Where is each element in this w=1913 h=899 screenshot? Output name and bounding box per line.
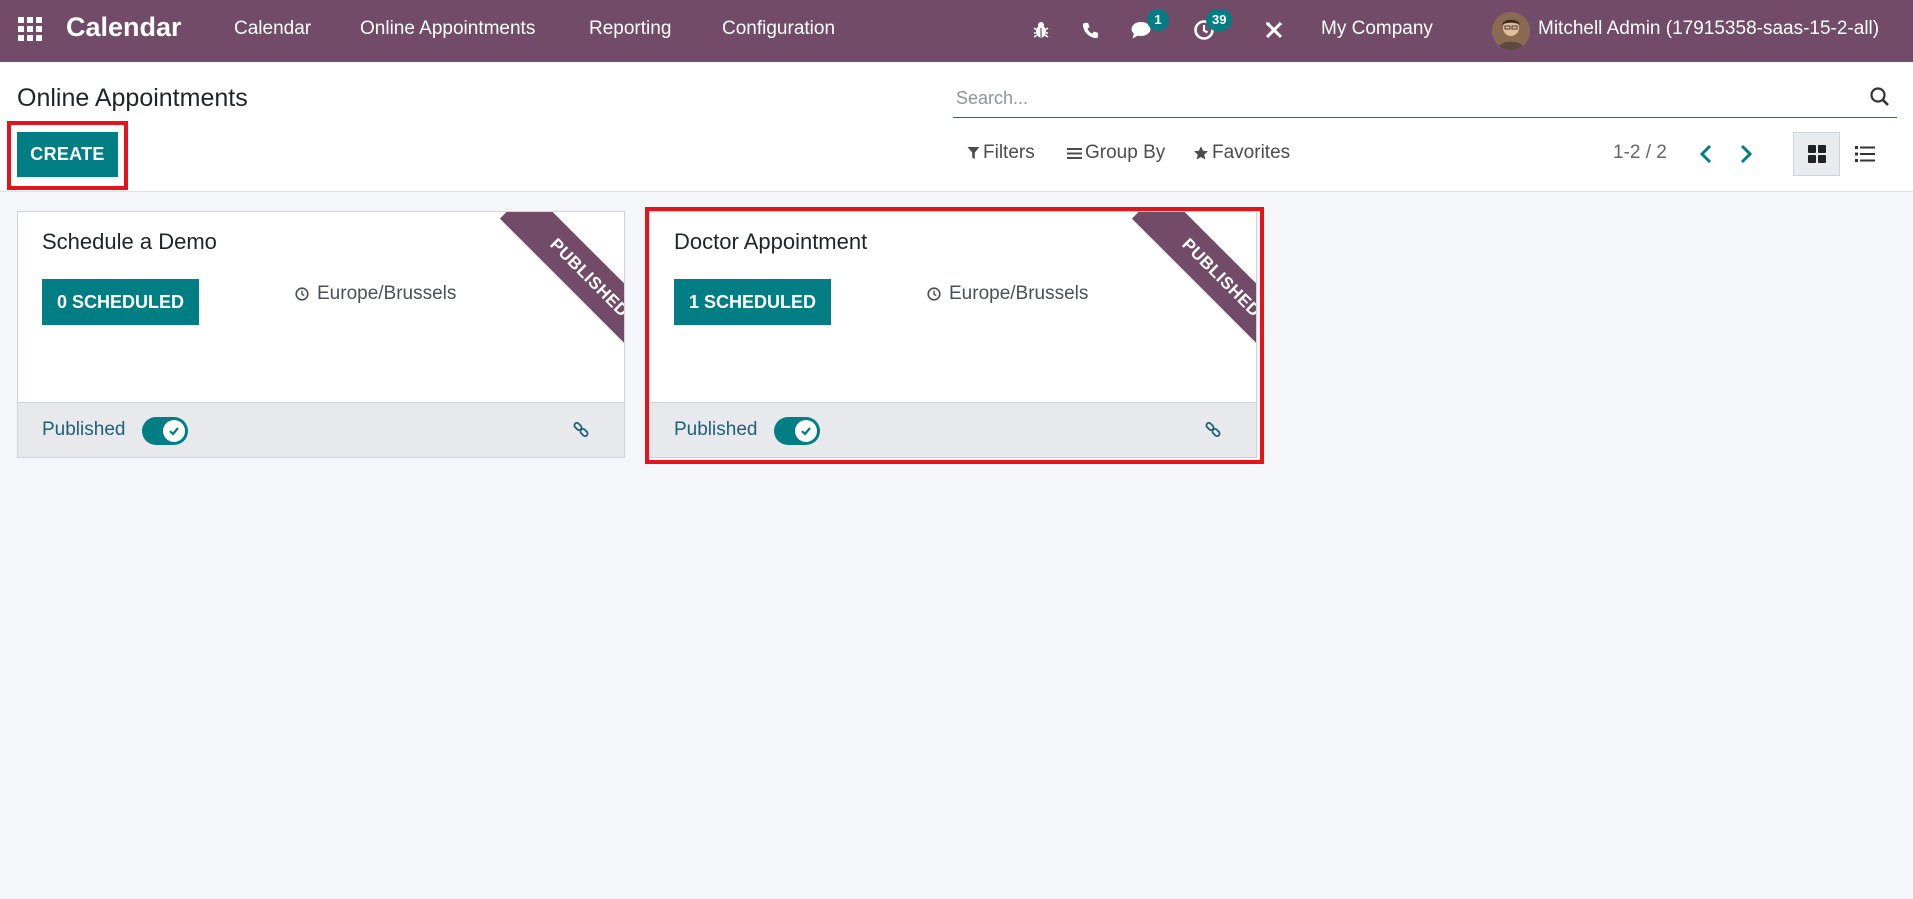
timezone-label: Europe/Brussels [317,283,457,304]
clock-icon [927,287,941,301]
card-footer: Published [650,402,1256,457]
check-icon [169,427,179,436]
pager-value[interactable]: 1-2 / 2 [1613,142,1667,164]
ribbon-label: PUBLISHED [499,212,624,362]
share-link-icon[interactable] [572,422,592,442]
control-panel: Online Appointments CREATE Filters Group… [0,62,1913,192]
published-label: Published [42,419,126,440]
search-input[interactable] [956,84,1836,112]
kanban-view-button[interactable] [1793,132,1840,176]
scheduled-count-button[interactable]: 0 SCHEDULED [42,279,200,325]
card-title: Doctor Appointment [674,229,868,254]
group-by-icon [1067,147,1082,159]
list-icon [1854,146,1875,162]
user-menu[interactable]: Mitchell Admin (17915358-saas-15-2-all) [1538,18,1879,40]
list-view-button[interactable] [1841,132,1888,176]
phone-icon[interactable] [1077,17,1103,43]
activities-badge: 39 [1206,9,1233,31]
group-by-button[interactable]: Group By [1067,142,1165,164]
company-switcher[interactable]: My Company [1321,18,1433,40]
pager-previous-icon[interactable] [1693,141,1719,167]
kanban-grid-icon [1807,145,1826,163]
bug-icon[interactable] [1028,17,1054,43]
star-icon [1194,146,1208,160]
top-navbar: Calendar Calendar Online Appointments Re… [0,0,1913,62]
app-name[interactable]: Calendar [66,12,182,43]
user-avatar[interactable] [1492,12,1530,50]
check-icon [801,427,811,436]
filter-icon [967,147,980,159]
search-icon[interactable] [1869,86,1893,110]
clock-icon [295,287,309,301]
share-link-icon[interactable] [1204,422,1224,442]
timezone: Europe/Brussels [295,283,456,305]
create-button[interactable]: CREATE [17,132,118,177]
menu-item-online-appointments[interactable]: Online Appointments [360,18,535,40]
published-toggle[interactable] [142,417,188,445]
published-label: Published [674,419,758,440]
page-title: Online Appointments [17,84,248,112]
group-by-label: Group By [1085,142,1166,163]
timezone-label: Europe/Brussels [949,283,1089,304]
tools-icon[interactable] [1261,17,1287,43]
published-ribbon: PUBLISHED [474,212,624,362]
card-title: Schedule a Demo [42,229,217,254]
messages-badge: 1 [1147,9,1169,31]
menu-item-configuration[interactable]: Configuration [722,18,835,40]
appointment-card[interactable]: Doctor Appointment 1 SCHEDULED Europe/Br… [649,211,1257,458]
card-footer: Published [18,402,624,457]
scheduled-count-button[interactable]: 1 SCHEDULED [674,279,832,325]
published-toggle[interactable] [774,417,820,445]
search-bar [953,78,1897,118]
ribbon-label: PUBLISHED [1131,212,1256,362]
apps-menu-icon[interactable] [18,17,42,41]
filters-label: Filters [983,142,1035,163]
timezone: Europe/Brussels [927,283,1088,305]
pager-next-icon[interactable] [1733,141,1759,167]
favorites-button[interactable]: Favorites [1193,142,1290,164]
appointment-card[interactable]: Schedule a Demo 0 SCHEDULED Europe/Bruss… [17,211,625,458]
favorites-label: Favorites [1212,142,1291,163]
menu-item-reporting[interactable]: Reporting [589,18,671,40]
menu-item-calendar[interactable]: Calendar [234,18,311,40]
published-ribbon: PUBLISHED [1106,212,1256,362]
filters-button[interactable]: Filters [967,142,1035,164]
